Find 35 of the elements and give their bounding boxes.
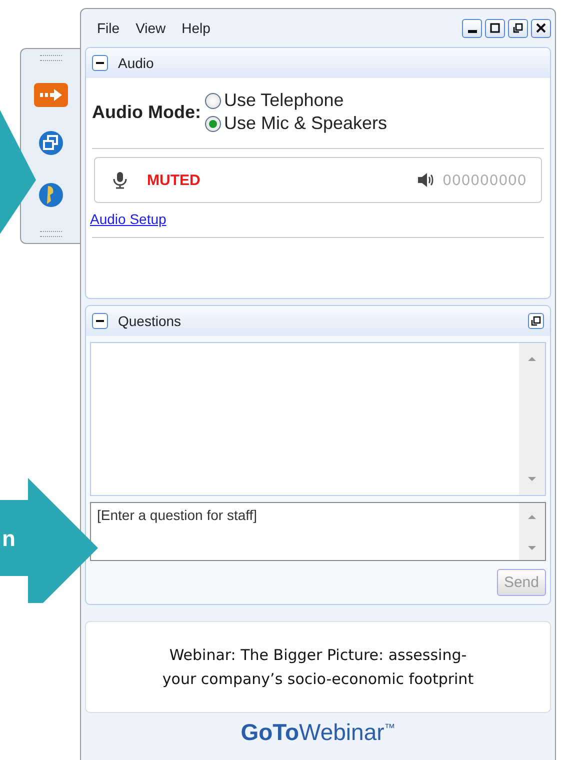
radio-option[interactable]: Use Mic & Speakers	[204, 113, 388, 134]
minimize-icon	[468, 30, 476, 32]
menu-item[interactable]: View	[136, 20, 166, 36]
audio-mode-label: Audio Mode:	[92, 102, 201, 122]
minimize-button[interactable]	[462, 18, 482, 38]
restore-icon	[512, 22, 524, 34]
speaker-icon	[416, 172, 435, 188]
panel-title: Audio	[118, 55, 154, 71]
close-icon	[535, 22, 547, 34]
mic-status: MUTED	[147, 172, 200, 188]
menu-item[interactable]: File	[97, 20, 120, 36]
restore-button[interactable]	[508, 18, 528, 38]
grip-icon[interactable]	[40, 231, 62, 237]
callout-text: n	[2, 528, 16, 550]
panel-title: Questions	[118, 312, 182, 329]
scrollbar[interactable]	[519, 342, 545, 495]
radio-option[interactable]: Use Telephone	[204, 90, 388, 111]
collapse-button[interactable]	[92, 312, 108, 329]
collapse-button[interactable]	[92, 55, 108, 71]
maximize-icon	[489, 22, 501, 34]
popout-button[interactable]	[528, 312, 544, 329]
radio-icon[interactable]	[204, 92, 221, 108]
arrow-icon	[38, 88, 64, 102]
audio-setup-link[interactable]: Audio Setup	[90, 211, 166, 227]
close-button[interactable]	[531, 18, 551, 38]
brand-logo: GoToWebinar$^{™}$	[240, 718, 396, 746]
level-readout: 000000000	[442, 172, 527, 188]
popout-icon	[531, 316, 541, 326]
radio-icon[interactable]	[204, 116, 221, 132]
arrow-button[interactable]	[34, 82, 68, 106]
webinar-title: Webinar: The Bigger Picture: assessing- your company’s socio-economic footprint	[162, 645, 474, 690]
maximize-button[interactable]	[485, 18, 505, 38]
grip-icon[interactable]	[40, 55, 62, 61]
microphone-icon	[113, 171, 127, 189]
menu-item[interactable]: Help	[182, 20, 210, 36]
